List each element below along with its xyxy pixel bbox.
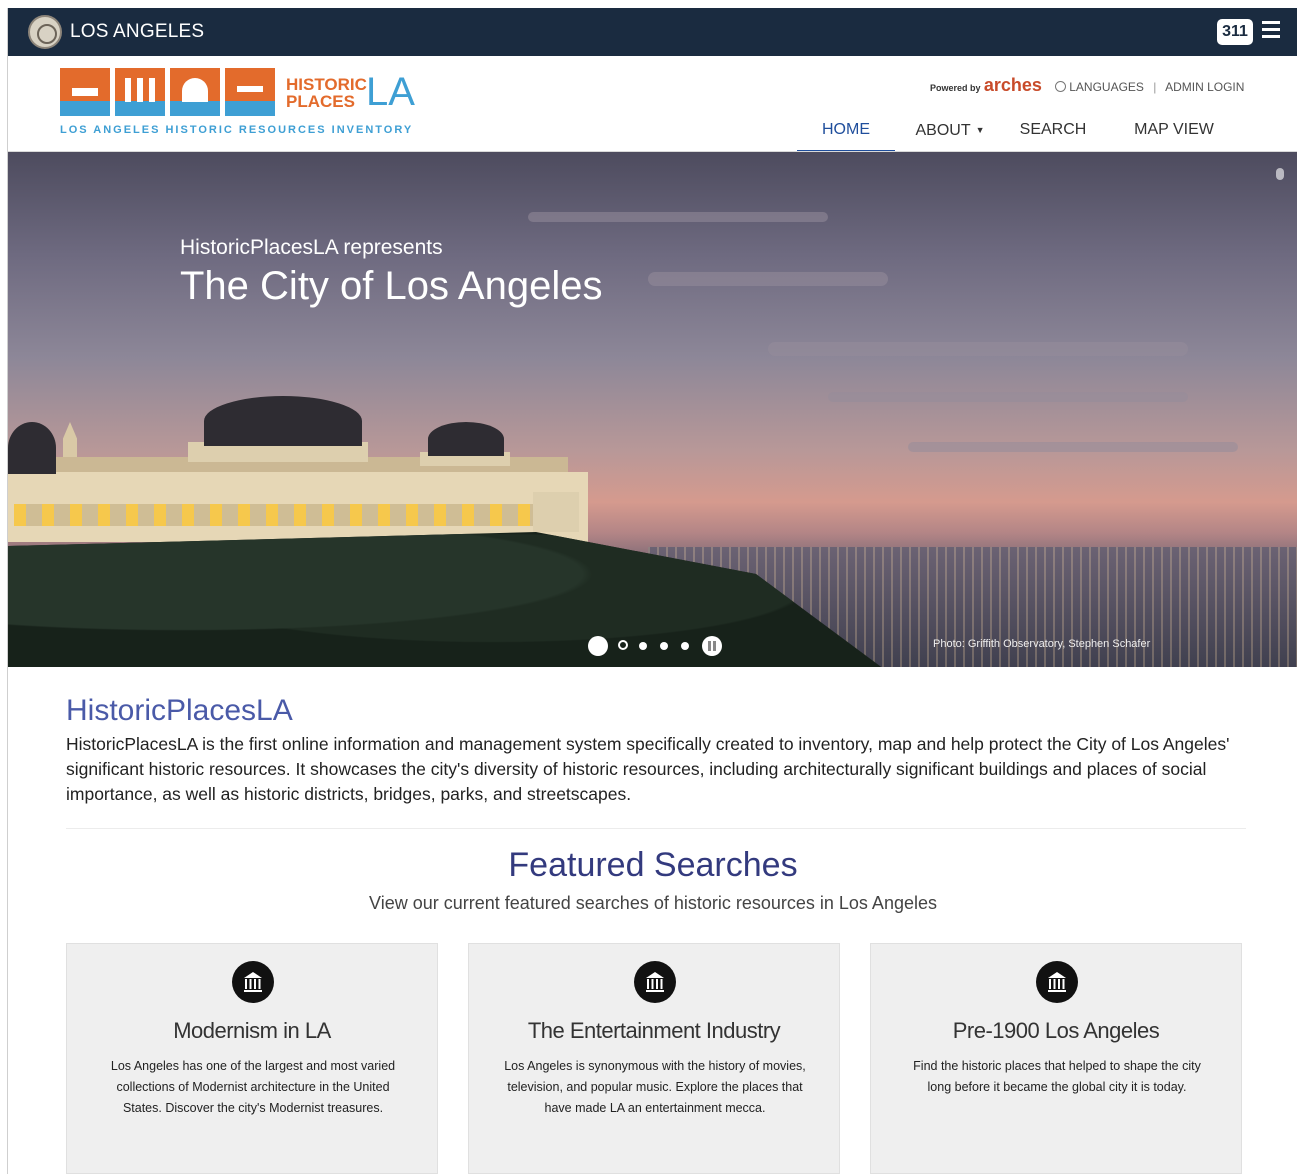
card-title[interactable]: Pre-1900 Los Angeles: [871, 1018, 1241, 1044]
pause-icon[interactable]: [702, 636, 722, 656]
nav-home[interactable]: HOME: [797, 112, 895, 152]
card-body: Find the historic places that helped to …: [913, 1059, 1201, 1094]
featured-card-modernism[interactable]: Modernism in LA Los Angeles has one of t…: [66, 943, 438, 1174]
museum-icon: [634, 961, 676, 1003]
caret-down-icon: ▼: [975, 125, 985, 135]
featured-card-entertainment[interactable]: The Entertainment Industry Los Angeles i…: [468, 943, 840, 1174]
logo-block-icon: [225, 68, 275, 116]
logo-block-icon: [170, 68, 220, 116]
nav-about-label: ABOUT: [915, 122, 971, 139]
carousel-dot[interactable]: [681, 642, 689, 650]
languages-link[interactable]: LANGUAGES: [1069, 80, 1144, 94]
logo-graphic: [60, 68, 277, 116]
featured-title: Featured Searches: [508, 846, 798, 884]
card-title[interactable]: Modernism in LA: [67, 1018, 437, 1044]
photo-credit: Photo: Griffith Observatory, Stephen Sch…: [933, 638, 1151, 650]
nav-search[interactable]: SEARCH: [1011, 112, 1095, 152]
carousel-dot[interactable]: [618, 640, 628, 650]
card-body: Los Angeles is synonymous with the histo…: [504, 1059, 806, 1115]
nav-map-view[interactable]: MAP VIEW: [1124, 112, 1224, 152]
logo-la: LA: [366, 70, 415, 114]
section-divider: [66, 828, 1246, 829]
logo-wordmark: HISTORIC PLACES: [286, 75, 367, 111]
featured-card-pre-1900[interactable]: Pre-1900 Los Angeles Find the historic p…: [870, 943, 1242, 1174]
arches-logo[interactable]: arches: [984, 75, 1042, 95]
intro-title: HistoricPlacesLA: [66, 694, 293, 727]
page-frame: LOS ANGELES 311 HISTORIC PLACES LA LOS A…: [7, 8, 1297, 1174]
logo-block-icon: [115, 68, 165, 116]
hero-indicator: [1276, 168, 1284, 180]
carousel-dot[interactable]: [660, 642, 668, 650]
carousel-dot[interactable]: [639, 642, 647, 650]
intro-text: HistoricPlacesLA is the first online inf…: [66, 734, 1230, 804]
city-top-bar: LOS ANGELES 311: [8, 8, 1297, 56]
featured-subtitle: View our current featured searches of hi…: [369, 893, 937, 913]
hero-kicker: HistoricPlacesLA represents: [180, 236, 443, 259]
museum-icon: [1036, 961, 1078, 1003]
city-seal-icon[interactable]: [28, 15, 62, 49]
admin-login-link[interactable]: ADMIN LOGIN: [1165, 80, 1244, 94]
globe-icon: [1055, 81, 1067, 92]
carousel-dot[interactable]: [588, 636, 608, 656]
hamburger-icon[interactable]: [1262, 21, 1282, 43]
nav-about[interactable]: ABOUT ▼: [905, 112, 995, 152]
utility-links: Powered by arches LANGUAGES | ADMIN LOGI…: [930, 75, 1244, 96]
museum-icon: [232, 961, 274, 1003]
utility-separator: |: [1153, 80, 1157, 94]
logo-block-icon: [60, 68, 110, 116]
logo-tagline: LOS ANGELES HISTORIC RESOURCES INVENTORY: [60, 124, 414, 136]
site-logo[interactable]: HISTORIC PLACES LA LOS ANGELES HISTORIC …: [60, 68, 430, 148]
hero-title: The City of Los Angeles: [180, 264, 603, 308]
311-button[interactable]: 311: [1217, 19, 1253, 45]
hero-carousel[interactable]: HistoricPlacesLA represents The City of …: [8, 152, 1297, 667]
city-name-link[interactable]: LOS ANGELES: [70, 21, 204, 43]
card-body: Los Angeles has one of the largest and m…: [110, 1059, 396, 1115]
card-title[interactable]: The Entertainment Industry: [469, 1018, 839, 1044]
powered-by-label: Powered by: [930, 83, 981, 93]
